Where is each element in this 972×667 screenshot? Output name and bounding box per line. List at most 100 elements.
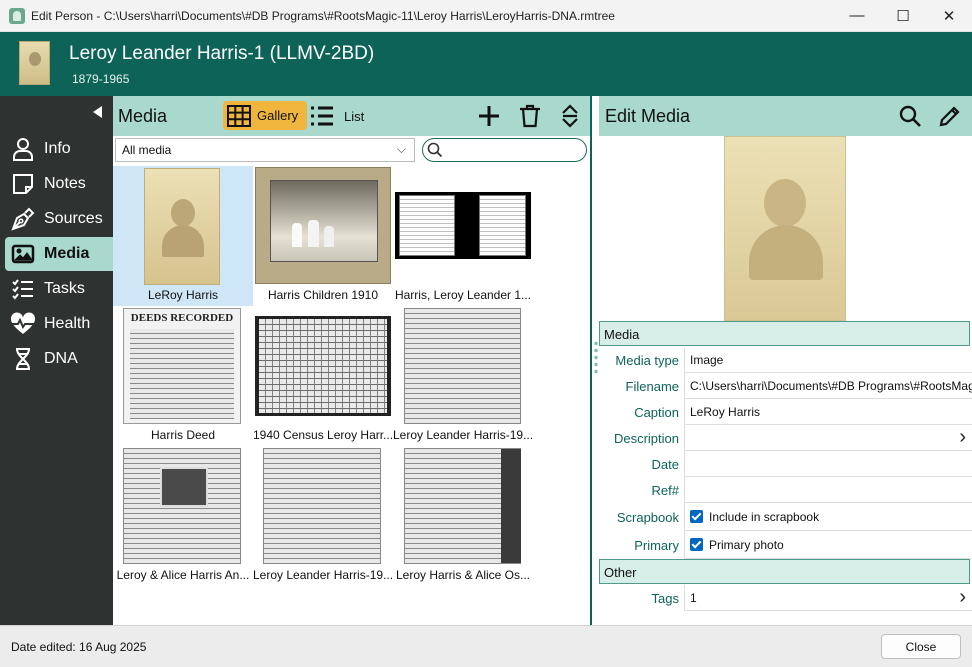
sidebar-item-dna[interactable]: DNA bbox=[5, 342, 113, 376]
media-thumbnail: DEEDS RECORDED bbox=[123, 308, 241, 424]
image-icon bbox=[10, 241, 36, 267]
heartbeat-icon bbox=[10, 311, 36, 337]
scrapbook-field: Include in scrapbook bbox=[684, 503, 972, 531]
caption-row: Caption LeRoy Harris bbox=[599, 399, 972, 425]
sidebar-item-label: DNA bbox=[44, 350, 78, 367]
description-label: Description bbox=[613, 431, 679, 446]
media-thumbnail bbox=[404, 448, 521, 564]
date-edited-text: Date edited: 16 Aug 2025 bbox=[11, 640, 147, 654]
tags-label: Tags bbox=[651, 591, 679, 606]
close-window-button[interactable]: ✕ bbox=[926, 0, 972, 32]
search-icon[interactable] bbox=[898, 104, 922, 128]
primary-label: Primary bbox=[634, 538, 679, 553]
media-item[interactable]: Harris Children 1910 bbox=[253, 166, 393, 306]
media-item[interactable]: Leroy Harris & Alice Os... bbox=[393, 446, 533, 586]
sidebar-item-health[interactable]: Health bbox=[5, 307, 113, 341]
media-gallery: LeRoy Harris Harris Children 1910 Harris… bbox=[113, 166, 590, 625]
list-view-button[interactable]: List bbox=[310, 102, 364, 130]
media-item[interactable]: DEEDS RECORDED Harris Deed bbox=[113, 306, 253, 446]
filename-field[interactable]: C:\Users\harri\Documents\#DB Programs\#R… bbox=[684, 373, 972, 399]
maximize-button[interactable]: ☐ bbox=[880, 0, 926, 32]
media-type-field[interactable]: Image bbox=[684, 347, 972, 373]
media-item[interactable]: Leroy Leander Harris-19... bbox=[393, 306, 533, 446]
collapse-sidebar-icon[interactable] bbox=[93, 106, 102, 118]
gallery-view-button[interactable]: Gallery bbox=[223, 101, 307, 130]
media-item[interactable]: Leroy & Alice Harris An... bbox=[113, 446, 253, 586]
window-title: Edit Person - C:\Users\harri\Documents\#… bbox=[31, 8, 615, 23]
sort-icon[interactable] bbox=[558, 104, 582, 128]
person-photo bbox=[19, 41, 50, 85]
description-field[interactable] bbox=[684, 425, 972, 451]
close-button[interactable]: Close bbox=[881, 634, 961, 659]
splitter-grip-icon bbox=[594, 340, 598, 374]
media-thumbnail bbox=[404, 308, 521, 424]
panel-splitter[interactable] bbox=[590, 96, 599, 625]
sidebar-item-label: Notes bbox=[44, 175, 86, 192]
ref-row: Ref# bbox=[599, 477, 972, 503]
chevron-down-icon: ⌵ bbox=[396, 142, 406, 156]
sidebar-item-media[interactable]: Media bbox=[5, 237, 113, 271]
checklist-icon bbox=[10, 276, 36, 302]
primary-row: Primary Primary photo bbox=[599, 531, 972, 559]
sidebar-item-label: Tasks bbox=[44, 280, 85, 297]
window-titlebar: Edit Person - C:\Users\harri\Documents\#… bbox=[0, 0, 972, 32]
pen-nib-icon bbox=[10, 206, 36, 232]
sidebar-item-info[interactable]: Info bbox=[5, 132, 113, 166]
add-media-icon[interactable] bbox=[477, 104, 501, 128]
sidebar-item-sources[interactable]: Sources bbox=[5, 202, 113, 236]
media-item[interactable]: Harris, Leroy Leander 1... bbox=[393, 166, 533, 306]
edit-media-panel: Edit Media Media Media type Image Filena… bbox=[599, 96, 972, 625]
media-thumbnail bbox=[144, 168, 220, 285]
media-section-header: Media bbox=[599, 321, 970, 346]
scrapbook-checkbox[interactable] bbox=[690, 510, 703, 523]
caption-field[interactable]: LeRoy Harris bbox=[684, 399, 972, 425]
media-thumbnail bbox=[255, 167, 391, 284]
media-caption: LeRoy Harris bbox=[147, 288, 219, 302]
media-item[interactable]: Leroy Leander Harris-19... bbox=[253, 446, 393, 586]
grid-icon bbox=[227, 104, 251, 127]
person-header: Leroy Leander Harris-1 (LLMV-2BD) 1879-1… bbox=[0, 32, 972, 96]
media-caption: Leroy Harris & Alice Os... bbox=[395, 568, 531, 582]
sidebar-item-label: Info bbox=[44, 140, 71, 157]
media-type-row: Media type Image bbox=[599, 347, 972, 373]
media-caption: Harris, Leroy Leander 1... bbox=[394, 288, 532, 302]
delete-media-icon[interactable] bbox=[518, 104, 542, 128]
edit-pencil-icon[interactable] bbox=[938, 104, 962, 128]
media-thumbnail bbox=[255, 316, 391, 416]
person-name: Leroy Leander Harris-1 (LLMV-2BD) bbox=[69, 43, 375, 64]
media-caption: Harris Children 1910 bbox=[267, 288, 379, 302]
ref-label: Ref# bbox=[651, 483, 679, 498]
sidebar-item-notes[interactable]: Notes bbox=[5, 167, 113, 201]
media-item[interactable]: 1940 Census Leroy Harr... bbox=[253, 306, 393, 446]
deed-heading: DEEDS RECORDED bbox=[130, 312, 234, 324]
search-icon bbox=[427, 142, 443, 161]
tags-field[interactable]: 1 bbox=[684, 585, 972, 611]
caption-label: Caption bbox=[634, 405, 679, 420]
edit-media-toolbar: Edit Media bbox=[599, 96, 972, 136]
date-field[interactable] bbox=[684, 451, 972, 477]
media-toolbar: Media Gallery List bbox=[113, 96, 590, 136]
notes-icon bbox=[10, 171, 36, 197]
edit-media-title: Edit Media bbox=[605, 106, 691, 126]
ref-field[interactable] bbox=[684, 477, 972, 503]
media-filter-value: All media bbox=[122, 143, 172, 157]
media-panel: Media Gallery List All media ⌵ LeRoy Har… bbox=[113, 96, 590, 625]
scrapbook-row: Scrapbook Include in scrapbook bbox=[599, 503, 972, 531]
media-caption: Leroy Leander Harris-19... bbox=[253, 568, 393, 582]
date-label: Date bbox=[651, 457, 679, 472]
media-item[interactable]: LeRoy Harris bbox=[113, 166, 253, 306]
media-thumbnail bbox=[123, 448, 241, 564]
media-filter-select[interactable]: All media ⌵ bbox=[115, 138, 415, 162]
primary-checkbox[interactable] bbox=[690, 538, 703, 551]
list-view-label: List bbox=[344, 108, 365, 124]
sidebar-item-label: Sources bbox=[44, 210, 103, 227]
filename-label: Filename bbox=[625, 379, 679, 394]
other-section-header: Other bbox=[599, 559, 970, 584]
minimize-button[interactable]: — bbox=[834, 0, 880, 32]
date-row: Date bbox=[599, 451, 972, 477]
person-dates: 1879-1965 bbox=[72, 72, 130, 86]
media-search-box[interactable] bbox=[422, 138, 587, 162]
media-search-input[interactable] bbox=[447, 142, 581, 158]
sidebar-item-tasks[interactable]: Tasks bbox=[5, 272, 113, 306]
scrapbook-checkbox-label: Include in scrapbook bbox=[709, 510, 820, 524]
